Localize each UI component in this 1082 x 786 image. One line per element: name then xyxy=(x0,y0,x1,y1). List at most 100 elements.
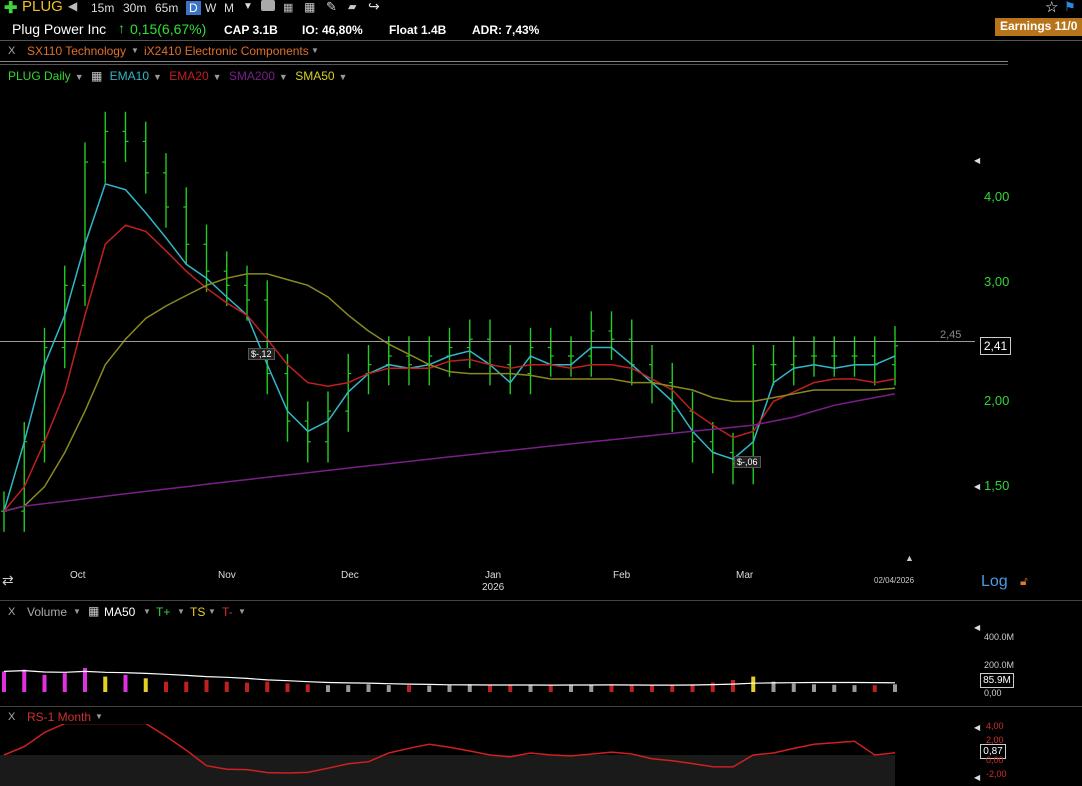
ts-label[interactable]: TS xyxy=(190,605,205,619)
month-label: Oct xyxy=(70,570,86,581)
timeframe-monthly[interactable]: M xyxy=(224,1,234,15)
chevron-down-icon[interactable]: ▼ xyxy=(153,72,162,82)
month-label: Feb xyxy=(613,570,631,581)
grid-icon[interactable]: ▦ xyxy=(91,69,102,83)
axis-arrow-icon: ◀ xyxy=(974,482,981,491)
divider xyxy=(0,61,1008,62)
chevron-down-icon[interactable]: ▼ xyxy=(213,72,222,82)
chevron-down-icon[interactable]: ▼ xyxy=(238,607,246,616)
chevron-down-icon[interactable]: ▼ xyxy=(75,72,84,82)
volume-bar xyxy=(386,685,391,692)
earnings-badge[interactable]: Earnings 11/0 xyxy=(995,18,1082,36)
zoom-icon[interactable]: ⇄ xyxy=(2,572,14,589)
rs-tick: -2,00 xyxy=(986,769,1007,779)
company-name: Plug Power Inc xyxy=(12,21,107,37)
chevron-down-icon[interactable]: ▼ xyxy=(73,607,81,616)
sector-label[interactable]: SX110 Technology xyxy=(27,44,126,58)
timeframe-daily[interactable]: D xyxy=(186,1,201,15)
star-icon[interactable]: ☆ xyxy=(1045,0,1058,16)
ema10-label[interactable]: EMA10 xyxy=(110,69,149,83)
chart-type-icon[interactable] xyxy=(261,0,275,11)
chevron-down-icon[interactable]: ▼ xyxy=(279,72,288,82)
rs-chart[interactable] xyxy=(0,724,970,786)
sma200-label[interactable]: SMA200 xyxy=(229,69,275,83)
symbol-ticker[interactable]: PLUG xyxy=(22,0,63,15)
volume-header: X Volume ▼ ▦ MA50 ▼ T+ ▼ TS ▼ T- ▼ xyxy=(0,600,1082,621)
volume-bar xyxy=(751,676,756,692)
chevron-down-icon[interactable]: ▼ xyxy=(339,72,348,82)
industry-label[interactable]: iX2410 Electronic Components xyxy=(144,44,309,58)
volume-bar xyxy=(164,681,168,692)
month-label: Jan xyxy=(485,570,502,581)
volume-bar xyxy=(832,684,837,692)
volume-bar xyxy=(42,674,47,692)
close-sector-button[interactable]: X xyxy=(8,45,15,57)
volume-label[interactable]: Volume xyxy=(27,605,67,619)
volume-bar xyxy=(528,685,533,692)
volume-bar xyxy=(224,681,229,692)
volume-bar xyxy=(265,681,270,692)
rs-label[interactable]: RS-1 Month xyxy=(27,710,91,724)
volume-bar xyxy=(285,683,290,692)
grid-icon[interactable]: ▦ xyxy=(283,1,293,14)
volume-bar xyxy=(245,682,249,692)
timeframe-65m[interactable]: 65m xyxy=(155,1,178,15)
timeframe-weekly[interactable]: W xyxy=(205,1,216,15)
chevron-down-icon[interactable]: ▼ xyxy=(311,46,319,55)
volume-bar xyxy=(427,685,432,692)
calculator-icon[interactable]: ▦ xyxy=(304,0,315,14)
month-label: Nov xyxy=(218,570,236,581)
t-plus-label[interactable]: T+ xyxy=(156,605,170,619)
timeframe-dropdown-icon[interactable]: ▼ xyxy=(243,1,253,12)
volume-bar xyxy=(22,669,27,692)
timeframe-15m[interactable]: 15m xyxy=(91,1,114,15)
volume-ma-line xyxy=(3,669,896,686)
chart-label[interactable]: PLUG Daily xyxy=(8,69,71,83)
close-rs-button[interactable]: X xyxy=(8,711,15,723)
volume-bar xyxy=(812,684,816,692)
volume-chart[interactable] xyxy=(0,620,970,696)
chevron-down-icon[interactable]: ▼ xyxy=(131,46,139,55)
chevron-down-icon[interactable]: ▼ xyxy=(208,607,216,616)
close-volume-button[interactable]: X xyxy=(8,606,15,618)
log-scale-button[interactable]: Log xyxy=(981,573,1008,591)
t-minus-label[interactable]: T- xyxy=(222,605,233,619)
chevron-down-icon[interactable]: ▼ xyxy=(95,712,103,721)
pencil-icon[interactable]: ✎ xyxy=(326,0,337,15)
volume-tick: 400.0M xyxy=(984,632,1015,642)
year-label: 2026 xyxy=(482,582,505,593)
volume-bar xyxy=(366,684,371,692)
add-symbol-icon[interactable]: ✚ xyxy=(4,0,17,18)
volume-bar xyxy=(731,680,735,692)
share-icon[interactable]: ↪ xyxy=(368,0,380,15)
volume-bar xyxy=(407,685,411,692)
ema20-label[interactable]: EMA20 xyxy=(169,69,208,83)
lock-icon[interactable]: 🔓︎ xyxy=(1020,574,1028,589)
chevron-down-icon[interactable]: ▼ xyxy=(143,607,151,616)
grid-icon[interactable]: ▦ xyxy=(88,604,99,618)
flag-icon[interactable]: ⚑ xyxy=(1064,0,1076,15)
notes-icon[interactable]: ▰ xyxy=(348,0,356,13)
volume-bar xyxy=(569,684,573,692)
megaphone-icon[interactable]: ◀ xyxy=(68,0,77,13)
ma50-label[interactable]: MA50 xyxy=(104,605,135,619)
volume-bar xyxy=(629,685,634,692)
volume-bar xyxy=(204,680,209,692)
current-volume-box: 85.9M xyxy=(980,673,1014,688)
volume-bar xyxy=(143,678,148,692)
sma50-label[interactable]: SMA50 xyxy=(295,69,334,83)
volume-bar xyxy=(852,685,857,692)
volume-bar xyxy=(123,674,128,692)
price-chart[interactable] xyxy=(0,85,970,565)
volume-bar xyxy=(103,676,108,692)
rs-header: X RS-1 Month ▼ xyxy=(0,706,1082,725)
quote-header: Plug Power Inc ↑ 0,15(6,67%) CAP 3.1B IO… xyxy=(0,18,1082,40)
chevron-down-icon[interactable]: ▼ xyxy=(177,607,185,616)
sma50-line xyxy=(3,273,896,512)
scroll-up-icon[interactable]: ▲ xyxy=(905,553,914,563)
volume-bar xyxy=(650,685,654,692)
adr: ADR: 7,43% xyxy=(472,23,540,37)
volume-bar xyxy=(305,684,310,692)
volume-bar xyxy=(508,685,513,692)
timeframe-30m[interactable]: 30m xyxy=(123,1,146,15)
